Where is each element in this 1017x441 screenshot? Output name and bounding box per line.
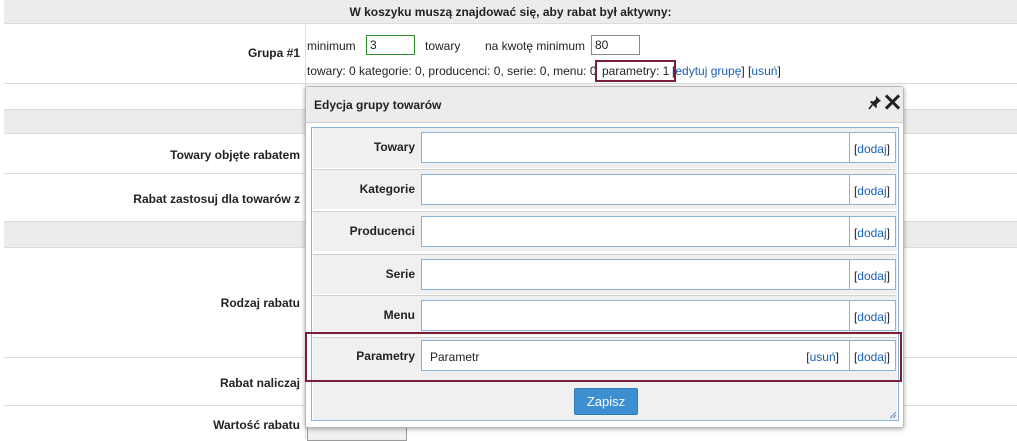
group-actions: [edytuj grupę] [usuń] (672, 64, 781, 78)
row-towary: Towary [dodaj] (313, 128, 897, 168)
header-text: W koszyku muszą znajdować się, aby rabat… (349, 5, 672, 19)
save-button[interactable]: Zapisz (574, 388, 638, 415)
dialog-titlebar[interactable]: Edycja grupy towarów (306, 87, 903, 123)
row-label: Serie (385, 267, 415, 281)
items-box: [dodaj] (421, 216, 896, 247)
minimum-label: minimum (307, 39, 356, 53)
items-box: [dodaj] (421, 174, 896, 205)
items-box: [dodaj] (421, 259, 896, 290)
row-label: Menu (383, 308, 415, 322)
row-kategorie: Kategorie [dodaj] (313, 169, 897, 209)
add-link[interactable]: dodaj (857, 226, 886, 240)
row-label: Towary (373, 140, 415, 154)
group-label: Grupa #1 (247, 46, 300, 60)
row-producenci: Producenci [dodaj] (313, 211, 897, 251)
cart-requirements-header: W koszyku muszą znajdować się, aby rabat… (4, 0, 1017, 24)
units-label: towary (425, 39, 461, 53)
value-label: Wartość rabatu (213, 418, 300, 432)
items-box: [dodaj] (421, 132, 896, 163)
covered-label: Towary objęte rabatem (170, 148, 300, 162)
params-summary-highlight (595, 60, 676, 82)
row-serie: Serie [dodaj] (313, 254, 897, 294)
add-action: [dodaj] (853, 142, 890, 156)
add-link[interactable]: dodaj (857, 310, 886, 324)
items-box: [dodaj] (421, 300, 896, 331)
calc-label: Rabat naliczaj (219, 376, 300, 390)
row-label: Kategorie (359, 182, 415, 196)
type-label: Rodzaj rabatu (220, 296, 300, 310)
summary-counts: towary: 0 kategorie: 0, producenci: 0, s… (307, 64, 597, 78)
minimum-quantity-input[interactable]: 3 (366, 35, 415, 55)
resize-grip-icon[interactable] (889, 411, 897, 419)
close-icon[interactable] (885, 94, 900, 110)
dialog-title: Edycja grupy towarów (314, 98, 442, 112)
add-action: [dodaj] (853, 184, 890, 198)
dialog-footer: Zapisz (313, 381, 897, 420)
group-summary: towary: 0 kategorie: 0, producenci: 0, s… (307, 64, 597, 78)
add-link[interactable]: dodaj (857, 269, 886, 283)
parametry-row-highlight (305, 332, 902, 382)
pin-icon[interactable] (868, 95, 882, 111)
add-action: [dodaj] (853, 269, 890, 283)
row-label: Producenci (349, 224, 415, 238)
amount-label: na kwotę minimum (485, 39, 586, 53)
add-action: [dodaj] (853, 310, 890, 324)
add-action: [dodaj] (853, 226, 890, 240)
remove-group-link[interactable]: usuń (751, 64, 777, 78)
row-menu: Menu [dodaj] (313, 295, 897, 335)
edit-group-link[interactable]: edytuj grupę (675, 64, 741, 78)
add-link[interactable]: dodaj (857, 142, 886, 156)
add-link[interactable]: dodaj (857, 184, 886, 198)
minimum-amount-input[interactable]: 80 (591, 35, 640, 55)
apply-label: Rabat zastosuj dla towarów z (133, 192, 300, 206)
